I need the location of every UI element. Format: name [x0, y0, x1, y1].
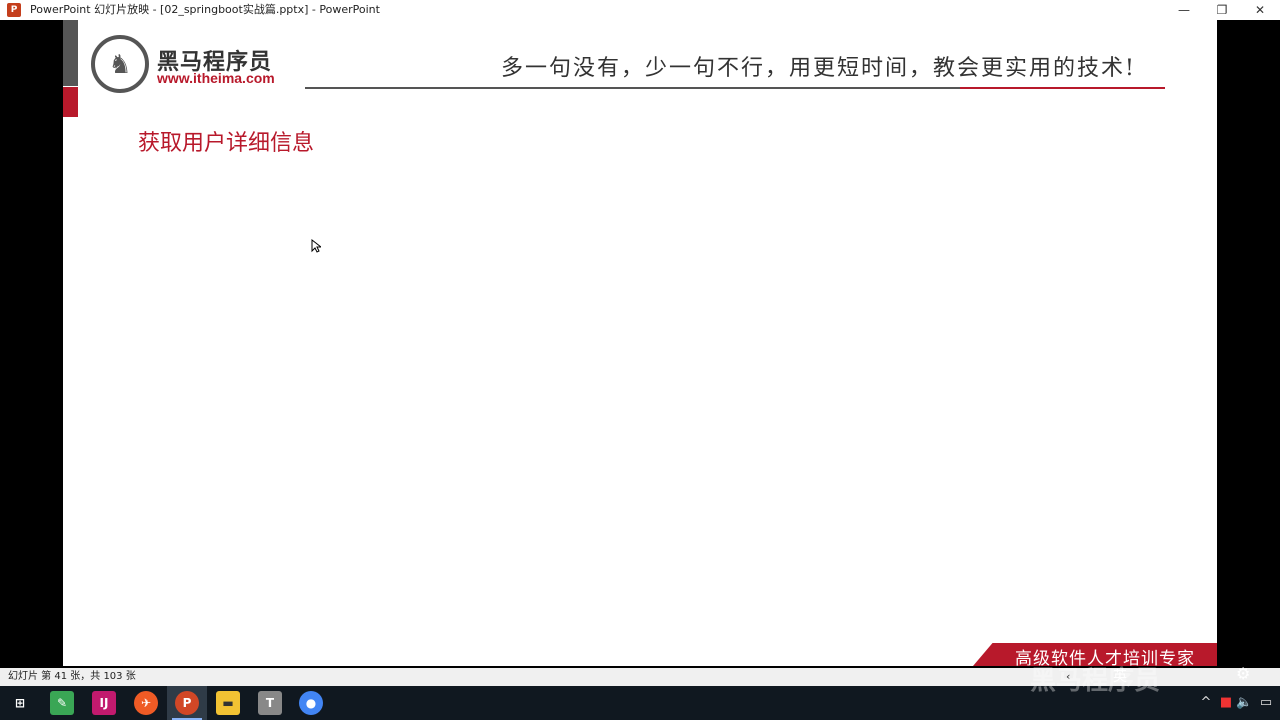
mouse-cursor-icon: [311, 239, 321, 253]
tray-arrow-icon[interactable]: ^: [1198, 686, 1214, 720]
restore-button[interactable]: ❐: [1204, 0, 1240, 20]
settings-gear-icon[interactable]: ⚙: [1236, 664, 1250, 683]
windows-start-icon[interactable]: ⊞: [8, 691, 32, 715]
window-title: PowerPoint 幻灯片放映 - [02_springboot实战篇.ppt…: [30, 3, 380, 16]
slide-title: 获取用户详细信息: [138, 131, 315, 156]
chrome-icon[interactable]: ●: [299, 691, 323, 715]
header-rule-red: [960, 87, 1165, 89]
typora-icon[interactable]: T: [258, 691, 282, 715]
slide-counter: 幻灯片 第 41 张，共 103 张: [8, 671, 136, 682]
notification-icon[interactable]: ▭: [1256, 686, 1276, 720]
close-button[interactable]: ✕: [1242, 0, 1278, 20]
decor-bar-gray: [63, 20, 78, 86]
decor-bar-red: [63, 87, 78, 117]
intellij-icon[interactable]: IJ: [92, 691, 116, 715]
slide-canvas[interactable]: ♞ 黑马程序员 www.itheima.com 多一句没有，少一句不行，用更短时…: [63, 20, 1217, 666]
postman-icon[interactable]: ✈: [134, 691, 158, 715]
powerpoint-icon: P: [7, 3, 21, 17]
notepad-icon[interactable]: ✎: [50, 691, 74, 715]
tray-app-icon[interactable]: ■: [1218, 686, 1234, 720]
minimize-button[interactable]: —: [1166, 0, 1202, 20]
header-rule-gray: [305, 87, 960, 89]
window-title-bar: P PowerPoint 幻灯片放映 - [02_springboot实战篇.p…: [0, 0, 1280, 20]
volume-icon[interactable]: 🔈: [1236, 686, 1252, 720]
watermark-text: 黑马程序员: [1030, 666, 1161, 696]
logo-url: www.itheima.com: [157, 70, 275, 86]
file-explorer-icon[interactable]: ▬: [216, 691, 240, 715]
itheima-logo-icon: ♞: [91, 35, 149, 93]
powerpoint-icon[interactable]: P: [175, 691, 199, 715]
slide-slogan: 多一句没有，少一句不行，用更短时间，教会更实用的技术!: [501, 56, 1136, 81]
